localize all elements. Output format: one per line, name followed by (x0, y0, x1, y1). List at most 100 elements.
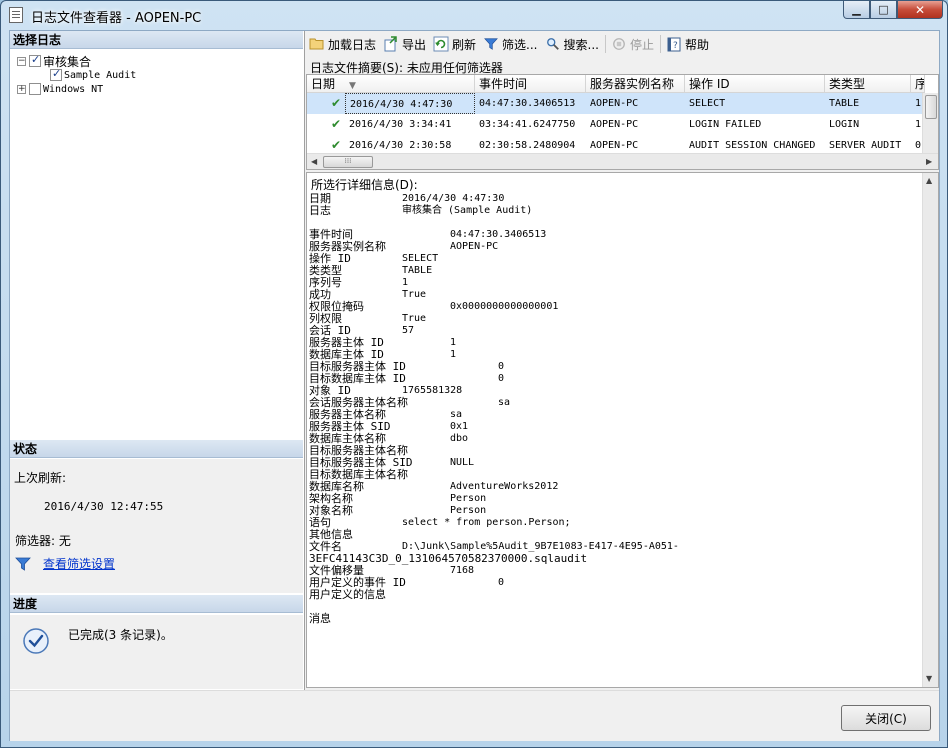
svg-text:?: ? (673, 41, 678, 51)
progress-text: 已完成(3 条记录)。 (68, 628, 173, 642)
log-tree: − 审核集合 Sample Audit + Windows NT (10, 51, 303, 439)
tree-item-audit-collection[interactable]: − 审核集合 (17, 53, 92, 69)
stop-icon (611, 36, 627, 52)
status-panel: 上次刷新: 2016/4/30 12:47:55 筛选器: 无 查看筛选设置 (10, 459, 303, 593)
view-filter-settings-link[interactable]: 查看筛选设置 (43, 555, 115, 572)
scroll-thumb[interactable] (925, 95, 937, 119)
search-button[interactable]: 搜索... (542, 34, 602, 54)
search-icon (545, 36, 561, 52)
row-ok-icon: ✔ (330, 117, 341, 131)
cell-server: AOPEN-PC (590, 119, 639, 130)
detail-label: 日志 (309, 204, 331, 217)
title-bar[interactable]: 日志文件查看器 - AOPEN-PC ▁ □ ✕ (1, 1, 947, 29)
scroll-left-icon[interactable]: ◀ (311, 157, 317, 166)
detail-value: 1765581328 (402, 385, 463, 396)
search-label: 搜索... (563, 37, 599, 52)
expand-icon[interactable]: + (17, 84, 26, 94)
close-icon: ✕ (914, 2, 926, 17)
folder-open-icon (309, 36, 325, 52)
cell-class: TABLE (829, 98, 860, 109)
detail-value: 0 (498, 361, 505, 372)
toolbar: 加载日志 导出 刷新 筛选... 搜索... 停止 ? 帮助 (306, 33, 713, 55)
tree-item-label: 审核集合 (43, 54, 92, 69)
tree-item-label: Sample Audit (64, 69, 137, 81)
grid-vertical-scrollbar[interactable] (922, 93, 938, 155)
scroll-thumb[interactable]: ⁞⁞⁞ (323, 156, 373, 168)
column-header-action-id[interactable]: 操作 ID (685, 75, 825, 93)
right-pane: 加载日志 导出 刷新 筛选... 搜索... 停止 ? 帮助 日志文件摘要(S)… (306, 31, 939, 690)
tree-item-windows-nt[interactable]: + Windows NT (17, 82, 103, 96)
detail-value: 0 (498, 577, 505, 588)
close-button[interactable]: 关闭(C) (841, 705, 931, 731)
detail-value: 1 (450, 349, 457, 360)
detail-value: 0x0000000000000001 (450, 301, 559, 312)
filter-icon (15, 557, 31, 571)
detail-value: 1 (450, 337, 457, 348)
stop-label: 停止 (629, 37, 654, 52)
column-header-event-time[interactable]: 事件时间 (475, 75, 586, 93)
sample-audit-checkbox[interactable] (50, 67, 62, 81)
cell-event-time: 03:34:41.6247750 (479, 119, 576, 130)
export-button[interactable]: 导出 (380, 34, 429, 54)
column-header-class-type[interactable]: 类类型 (825, 75, 911, 93)
collapse-icon[interactable]: − (17, 56, 26, 66)
column-header-date[interactable]: 日期 ▼ (307, 75, 475, 93)
detail-value: AOPEN-PC (450, 241, 499, 252)
maximize-button[interactable]: □ (870, 1, 897, 19)
cell-event-time: 04:47:30.3406513 (479, 98, 576, 109)
table-row[interactable]: ✔ 2016/4/30 4:47:30 04:47:30.3406513 AOP… (307, 93, 922, 114)
window-close-button[interactable]: ✕ (897, 1, 943, 19)
table-row[interactable]: ✔ 2016/4/30 3:34:41 03:34:41.6247750 AOP… (307, 114, 922, 135)
detail-value: 1 (402, 277, 409, 288)
status-header: 状态 (10, 440, 303, 458)
minimize-button[interactable]: ▁ (843, 1, 870, 19)
progress-header: 进度 (10, 595, 303, 613)
scroll-down-icon[interactable]: ▼ (926, 674, 932, 683)
export-icon (383, 36, 399, 52)
minimize-icon: ▁ (852, 3, 861, 16)
cell-date: 2016/4/30 4:47:30 (345, 93, 475, 114)
refresh-button[interactable]: 刷新 (430, 34, 479, 54)
help-button[interactable]: ? 帮助 (663, 34, 712, 54)
column-header-server-instance[interactable]: 服务器实例名称 (586, 75, 685, 93)
detail-value: dbo (450, 433, 469, 444)
windows-nt-checkbox[interactable] (29, 83, 41, 95)
details-title: 所选行详细信息(D): (311, 178, 418, 192)
detail-value: True (402, 313, 427, 324)
refresh-label: 刷新 (452, 37, 477, 52)
audit-collection-checkbox[interactable] (29, 53, 41, 67)
detail-value: Person (450, 493, 487, 504)
cell-server: AOPEN-PC (590, 98, 639, 109)
column-header-label: 日期 (311, 77, 336, 91)
detail-value: 0x1 (450, 421, 469, 432)
detail-value: sa (498, 397, 511, 408)
detail-value: 57 (402, 325, 415, 336)
details-vertical-scrollbar[interactable]: ▲ ▼ (922, 173, 938, 687)
detail-value: sa (450, 409, 463, 420)
log-summary-grid[interactable]: 日期 ▼ 事件时间 服务器实例名称 操作 ID 类类型 序 ✔ 2016/4/30… (306, 74, 939, 170)
view-filter-row: 查看筛选设置 (15, 555, 115, 572)
completed-check-icon (23, 628, 49, 654)
detail-value: NULL (450, 457, 475, 468)
row-ok-icon: ✔ (330, 96, 341, 110)
detail-value: SELECT (402, 253, 439, 264)
stop-button[interactable]: 停止 (608, 34, 657, 54)
log-viewer-window: 日志文件查看器 - AOPEN-PC ▁ □ ✕ 选择日志 − 审核集合 Sam… (0, 0, 948, 748)
load-log-button[interactable]: 加载日志 (306, 34, 379, 54)
detail-label: 用户定义的信息 (309, 588, 386, 601)
scroll-right-icon[interactable]: ▶ (926, 157, 932, 166)
row-details-pane[interactable]: 所选行详细信息(D): 日期 2016/4/30 4:47:30 日志 审核集合 (S… (306, 172, 939, 688)
window-title: 日志文件查看器 - AOPEN-PC (31, 11, 202, 26)
detail-value: 2016/4/30 4:47:30 (402, 193, 505, 204)
grid-horizontal-scrollbar[interactable]: ◀ ⁞⁞⁞ ▶ (307, 153, 938, 169)
progress-panel: 已完成(3 条记录)。 (10, 615, 303, 689)
column-header-sequence[interactable]: 序 (911, 75, 925, 93)
filter-button[interactable]: 筛选... (480, 34, 540, 54)
detail-value: TABLE (402, 265, 433, 276)
left-pane: 选择日志 − 审核集合 Sample Audit + Windows NT 状态 (10, 31, 305, 690)
bottom-bar: 关闭(C) (10, 690, 939, 741)
detail-value: select * from person.Person; (402, 517, 571, 528)
scroll-up-icon[interactable]: ▲ (926, 176, 932, 185)
detail-value: 审核集合 (Sample Audit) (402, 205, 533, 216)
tree-item-sample-audit[interactable]: Sample Audit (50, 67, 137, 82)
